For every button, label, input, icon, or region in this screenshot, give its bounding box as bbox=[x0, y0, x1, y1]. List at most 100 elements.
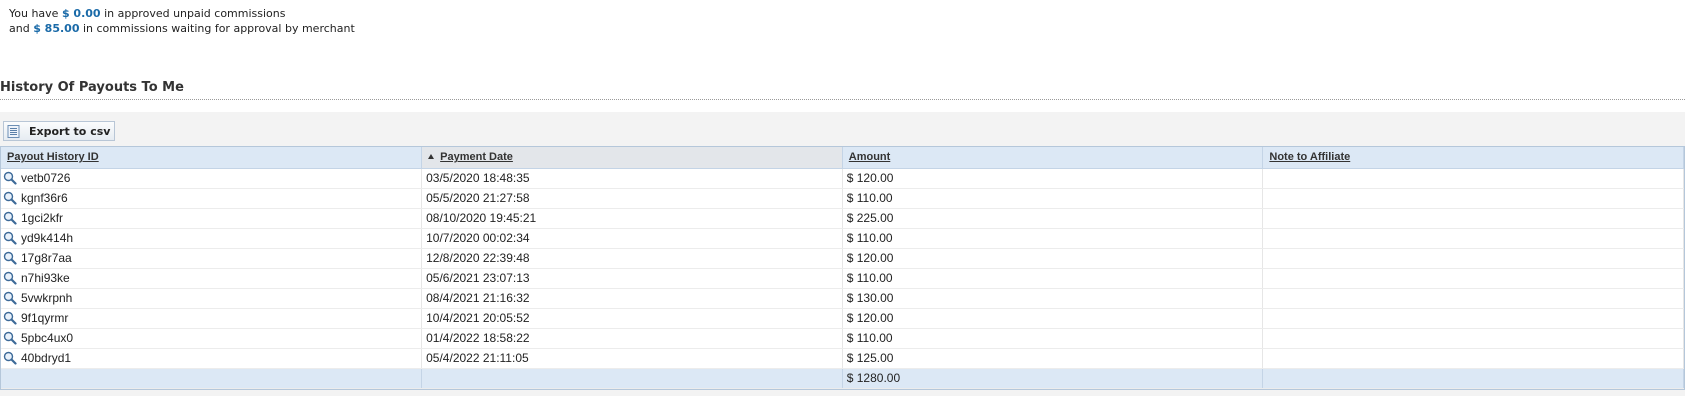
magnifier-icon[interactable] bbox=[3, 251, 17, 265]
approved-commissions-line: You have $ 0.00 in approved unpaid commi… bbox=[9, 6, 355, 21]
payout-history-table: Payout History ID Payment Date Amount No… bbox=[1, 147, 1684, 389]
amount-cell: $ 110.00 bbox=[842, 328, 1264, 349]
pending-suffix: in commissions waiting for approval by m… bbox=[82, 22, 355, 35]
sort-ascending-icon bbox=[428, 154, 435, 160]
sort-by-payment-date-link[interactable]: Payment Date bbox=[440, 151, 513, 163]
note-cell bbox=[1262, 228, 1684, 249]
pending-prefix: and bbox=[9, 22, 30, 35]
payout-id: 1gci2kfr bbox=[21, 211, 64, 225]
amount-cell: $ 120.00 bbox=[842, 248, 1264, 269]
total-amount-cell: $ 1280.00 bbox=[842, 368, 1264, 389]
magnifier-icon[interactable] bbox=[3, 171, 17, 185]
amount-cell: $ 225.00 bbox=[842, 208, 1264, 229]
amount-cell: $ 120.00 bbox=[842, 168, 1264, 189]
payout-id-cell: 1gci2kfr bbox=[1, 208, 423, 229]
total-empty-cell bbox=[1, 368, 423, 389]
payment-date-cell: 10/7/2020 00:02:34 bbox=[421, 228, 843, 249]
magnifier-icon[interactable] bbox=[3, 211, 17, 225]
payout-id: yd9k414h bbox=[21, 231, 74, 245]
note-cell bbox=[1262, 348, 1684, 369]
grid-toolbar: Export to csv bbox=[0, 112, 1685, 146]
payout-id: 17g8r7aa bbox=[21, 251, 72, 265]
sort-by-note-link[interactable]: Note to Affiliate bbox=[1269, 151, 1350, 163]
payment-date-cell: 03/5/2020 18:48:35 bbox=[421, 168, 843, 189]
table-row[interactable]: kgnf36r6 05/5/2020 21:27:58 $ 110.00 bbox=[1, 188, 1684, 209]
amount-cell: $ 110.00 bbox=[842, 268, 1264, 289]
table-row[interactable]: 1gci2kfr 08/10/2020 19:45:21 $ 225.00 bbox=[1, 208, 1684, 229]
column-header-payout-id[interactable]: Payout History ID bbox=[1, 147, 423, 169]
approved-prefix: You have bbox=[9, 7, 59, 20]
payout-history-grid: Payout History ID Payment Date Amount No… bbox=[0, 146, 1685, 390]
table-body: vetb0726 03/5/2020 18:48:35 $ 120.00 kgnf36… bbox=[1, 168, 1684, 389]
amount-cell: $ 120.00 bbox=[842, 308, 1264, 329]
payment-date-cell: 05/6/2021 23:07:13 bbox=[421, 268, 843, 289]
table-row[interactable]: 17g8r7aa 12/8/2020 22:39:48 $ 120.00 bbox=[1, 248, 1684, 269]
payout-id-cell: yd9k414h bbox=[1, 228, 423, 249]
payout-id: 9f1qyrmr bbox=[21, 311, 69, 325]
column-header-payment-date[interactable]: Payment Date bbox=[421, 147, 843, 169]
payment-date-cell: 08/4/2021 21:16:32 bbox=[421, 288, 843, 309]
table-row[interactable]: vetb0726 03/5/2020 18:48:35 $ 120.00 bbox=[1, 168, 1684, 189]
column-header-amount[interactable]: Amount bbox=[842, 147, 1264, 169]
magnifier-icon[interactable] bbox=[3, 331, 17, 345]
note-cell bbox=[1262, 288, 1684, 309]
approved-amount: $ 0.00 bbox=[61, 7, 101, 20]
total-empty-cell bbox=[421, 368, 843, 389]
payment-date-cell: 12/8/2020 22:39:48 bbox=[421, 248, 843, 269]
payout-id-cell: n7hi93ke bbox=[1, 268, 423, 289]
magnifier-icon[interactable] bbox=[3, 231, 17, 245]
payout-id-cell: 9f1qyrmr bbox=[1, 308, 423, 329]
payout-id-cell: 5pbc4ux0 bbox=[1, 328, 423, 349]
note-cell bbox=[1262, 328, 1684, 349]
payout-id: 5vwkrpnh bbox=[21, 291, 73, 305]
export-csv-label: Export to csv bbox=[29, 124, 111, 138]
payout-id: n7hi93ke bbox=[21, 271, 70, 285]
magnifier-icon[interactable] bbox=[3, 271, 17, 285]
payment-date-cell: 08/10/2020 19:45:21 bbox=[421, 208, 843, 229]
payment-date-cell: 05/4/2022 21:11:05 bbox=[421, 348, 843, 369]
table-row[interactable]: n7hi93ke 05/6/2021 23:07:13 $ 110.00 bbox=[1, 268, 1684, 289]
payout-id-cell: kgnf36r6 bbox=[1, 188, 423, 209]
pending-amount: $ 85.00 bbox=[33, 22, 80, 35]
payout-id-cell: 5vwkrpnh bbox=[1, 288, 423, 309]
payout-id-cell: vetb0726 bbox=[1, 168, 423, 189]
amount-cell: $ 130.00 bbox=[842, 288, 1264, 309]
amount-cell: $ 125.00 bbox=[842, 348, 1264, 369]
note-cell bbox=[1262, 268, 1684, 289]
table-row[interactable]: 40bdryd1 05/4/2022 21:11:05 $ 125.00 bbox=[1, 348, 1684, 369]
payout-id: vetb0726 bbox=[21, 171, 71, 185]
grid-footer-strip bbox=[0, 390, 1685, 396]
amount-cell: $ 110.00 bbox=[842, 228, 1264, 249]
sort-by-amount-link[interactable]: Amount bbox=[849, 151, 891, 163]
payment-date-cell: 10/4/2021 20:05:52 bbox=[421, 308, 843, 329]
commission-summary: You have $ 0.00 in approved unpaid commi… bbox=[9, 6, 355, 36]
note-cell bbox=[1262, 208, 1684, 229]
table-row[interactable]: 5pbc4ux0 01/4/2022 18:58:22 $ 110.00 bbox=[1, 328, 1684, 349]
note-cell bbox=[1262, 168, 1684, 189]
payment-date-cell: 01/4/2022 18:58:22 bbox=[421, 328, 843, 349]
magnifier-icon[interactable] bbox=[3, 291, 17, 305]
pending-commissions-line: and $ 85.00 in commissions waiting for a… bbox=[9, 21, 355, 36]
magnifier-icon[interactable] bbox=[3, 191, 17, 205]
amount-cell: $ 110.00 bbox=[842, 188, 1264, 209]
table-header-row: Payout History ID Payment Date Amount No… bbox=[1, 147, 1684, 169]
sort-by-payout-id-link[interactable]: Payout History ID bbox=[7, 151, 99, 163]
payout-id-cell: 17g8r7aa bbox=[1, 248, 423, 269]
export-csv-button[interactable]: Export to csv bbox=[3, 121, 116, 141]
total-empty-cell bbox=[1262, 368, 1684, 389]
approved-suffix: in approved unpaid commissions bbox=[104, 7, 286, 20]
column-header-note[interactable]: Note to Affiliate bbox=[1262, 147, 1684, 169]
payout-id-cell: 40bdryd1 bbox=[1, 348, 423, 369]
magnifier-icon[interactable] bbox=[3, 311, 17, 325]
note-cell bbox=[1262, 308, 1684, 329]
payout-id: kgnf36r6 bbox=[21, 191, 68, 205]
csv-export-icon bbox=[7, 124, 20, 138]
payouts-section-title: History Of Payouts To Me bbox=[0, 79, 1685, 100]
table-row[interactable]: 9f1qyrmr 10/4/2021 20:05:52 $ 120.00 bbox=[1, 308, 1684, 329]
table-row[interactable]: yd9k414h 10/7/2020 00:02:34 $ 110.00 bbox=[1, 228, 1684, 249]
magnifier-icon[interactable] bbox=[3, 351, 17, 365]
note-cell bbox=[1262, 188, 1684, 209]
table-row[interactable]: 5vwkrpnh 08/4/2021 21:16:32 $ 130.00 bbox=[1, 288, 1684, 309]
payment-date-cell: 05/5/2020 21:27:58 bbox=[421, 188, 843, 209]
payout-id: 5pbc4ux0 bbox=[21, 331, 74, 345]
